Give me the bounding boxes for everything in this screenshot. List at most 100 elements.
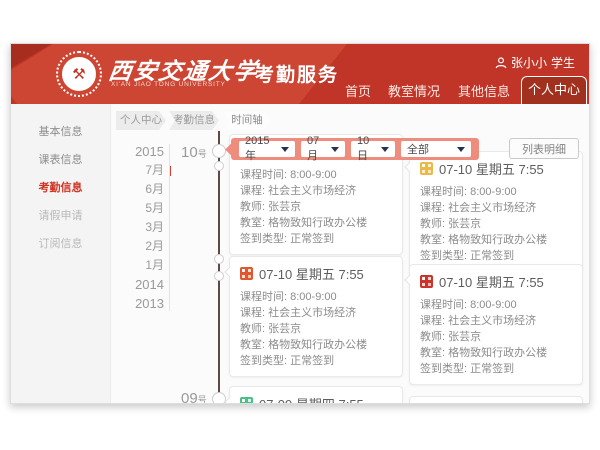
sidebar: 基本信息 课表信息 考勤信息 请假申请 订阅信息	[11, 104, 111, 404]
breadcrumb-timeline[interactable]: 时间轴	[223, 111, 271, 130]
sidebar-item-timetable[interactable]: 课表信息	[11, 151, 110, 167]
chevron-down-icon	[331, 147, 339, 156]
university-logo-icon: ⚒	[56, 51, 102, 97]
filter-bar: 2015年 07月 10日 全部	[231, 138, 479, 160]
timeline-node	[214, 161, 224, 171]
list-detail-button[interactable]: 列表明细	[509, 138, 579, 159]
card-date: 07-10 星期五 7:55	[439, 159, 544, 178]
field-label: 课程时间:	[420, 186, 467, 198]
card-date: 07-10 星期五 7:55	[439, 272, 544, 291]
field-label: 教室:	[420, 347, 445, 359]
attendance-card[interactable]: 07-10 星期五 7:55 课程时间: 8:00-9:00 课程: 社会主义市…	[409, 151, 583, 272]
field-label: 签到类型:	[240, 355, 287, 367]
user-name: 张小小	[511, 54, 547, 71]
timeline-node	[214, 271, 224, 281]
nav-month-may[interactable]: 5月	[114, 199, 164, 218]
timeline-line	[218, 131, 220, 404]
day-label-10: 10号	[181, 144, 207, 162]
chevron-down-icon	[281, 147, 289, 156]
person-icon	[495, 57, 507, 69]
date-nav-divider	[169, 144, 170, 311]
field-label: 签到类型:	[420, 250, 467, 262]
field-label: 课程时间:	[240, 291, 287, 303]
app-header: ⚒ 西安交通大学 XI'AN JIAO TONG UNIVERSITY 考勤服务…	[11, 44, 589, 104]
year-select[interactable]: 2015年	[239, 141, 295, 157]
field-label: 教师:	[240, 323, 265, 335]
day-label-09: 09号	[181, 390, 207, 404]
attendance-card-clipped[interactable]	[409, 396, 583, 404]
nav-year-2013[interactable]: 2013	[114, 294, 164, 313]
field-value: 张芸京	[268, 201, 301, 213]
sidebar-item-basic-info[interactable]: 基本信息	[11, 123, 110, 139]
nav-other-info[interactable]: 其他信息	[453, 80, 515, 104]
nav-home[interactable]: 首页	[333, 80, 383, 104]
field-label: 签到类型:	[240, 233, 287, 245]
type-select[interactable]: 全部	[401, 141, 471, 157]
field-value: 社会主义市场经济	[268, 185, 356, 197]
chevron-down-icon	[457, 147, 465, 156]
status-stamp-icon	[240, 267, 253, 280]
field-label: 课程:	[240, 185, 265, 197]
sidebar-item-attendance[interactable]: 考勤信息	[11, 179, 110, 195]
field-value: 张芸京	[448, 218, 481, 230]
header-corner-accent	[11, 44, 51, 68]
sidebar-item-subscription[interactable]: 订阅信息	[11, 235, 110, 251]
breadcrumb-attendance[interactable]: 考勤信息	[169, 111, 219, 130]
chevron-down-icon	[381, 147, 389, 156]
field-label: 教师:	[420, 331, 445, 343]
field-value: 社会主义市场经济	[448, 315, 536, 327]
month-select[interactable]: 07月	[301, 141, 345, 157]
field-label: 课程:	[420, 315, 445, 327]
user-menu[interactable]: 张小小 学生	[495, 54, 575, 71]
nav-year-2014[interactable]: 2014	[114, 275, 164, 294]
field-value: 张芸京	[268, 323, 301, 335]
attendance-card[interactable]: 07-10 星期五 7:55 课程时间: 8:00-9:00 课程: 社会主义市…	[409, 264, 583, 385]
field-label: 教室:	[240, 217, 265, 229]
nav-month-january[interactable]: 1月	[114, 256, 164, 275]
timeline-node	[214, 254, 224, 264]
field-value: 社会主义市场经济	[268, 307, 356, 319]
nav-personal-center-active-tab[interactable]: 个人中心	[521, 76, 587, 104]
timeline-node	[212, 144, 226, 158]
sidebar-item-leave-request[interactable]: 请假申请	[11, 207, 110, 223]
nav-month-june[interactable]: 6月	[114, 180, 164, 199]
field-label: 签到类型:	[420, 363, 467, 375]
day-select[interactable]: 10日	[351, 141, 395, 157]
attendance-card[interactable]: 07-10 星期五 7:55 课程时间: 8:00-9:00 课程: 社会主义市…	[229, 256, 403, 377]
user-role: 学生	[551, 54, 575, 71]
field-label: 课程时间:	[240, 169, 287, 181]
card-date: 07-10 星期五 7:55	[259, 264, 364, 283]
field-label: 教室:	[420, 234, 445, 246]
field-label: 课程:	[240, 307, 265, 319]
attendance-card[interactable]: 07-09 星期四 7:55	[229, 386, 403, 404]
status-stamp-icon	[420, 275, 433, 288]
field-value: 8:00-9:00	[470, 299, 516, 311]
app-title: 考勤服务	[255, 60, 339, 87]
status-stamp-icon	[240, 397, 253, 404]
university-name-en: XI'AN JIAO TONG UNIVERSITY	[111, 81, 226, 88]
timeline-date-nav: 2015 7月 6月 5月 3月 2月 1月 2014 2013	[114, 142, 164, 313]
filter-bar-tail	[225, 143, 238, 156]
app-window: ⚒ 西安交通大学 XI'AN JIAO TONG UNIVERSITY 考勤服务…	[10, 43, 590, 404]
nav-month-july[interactable]: 7月	[114, 161, 164, 180]
field-value: 8:00-9:00	[290, 291, 336, 303]
field-label: 教师:	[420, 218, 445, 230]
breadcrumb-personal-center[interactable]: 个人中心	[116, 111, 166, 130]
field-value: 正常签到	[290, 355, 334, 367]
field-value: 社会主义市场经济	[448, 202, 536, 214]
nav-month-march[interactable]: 3月	[114, 218, 164, 237]
field-value: 正常签到	[290, 233, 334, 245]
field-value: 正常签到	[470, 250, 514, 262]
nav-month-february[interactable]: 2月	[114, 237, 164, 256]
field-label: 课程时间:	[420, 299, 467, 311]
nav-classrooms[interactable]: 教室情况	[383, 80, 445, 104]
field-value: 8:00-9:00	[290, 169, 336, 181]
status-stamp-icon	[420, 162, 433, 175]
field-label: 教师:	[240, 201, 265, 213]
field-value: 张芸京	[448, 331, 481, 343]
field-value: 正常签到	[470, 363, 514, 375]
nav-year-2015[interactable]: 2015	[114, 142, 164, 161]
field-label: 课程:	[420, 202, 445, 214]
field-value: 格物致知行政办公楼	[448, 347, 547, 359]
field-value: 8:00-9:00	[470, 186, 516, 198]
